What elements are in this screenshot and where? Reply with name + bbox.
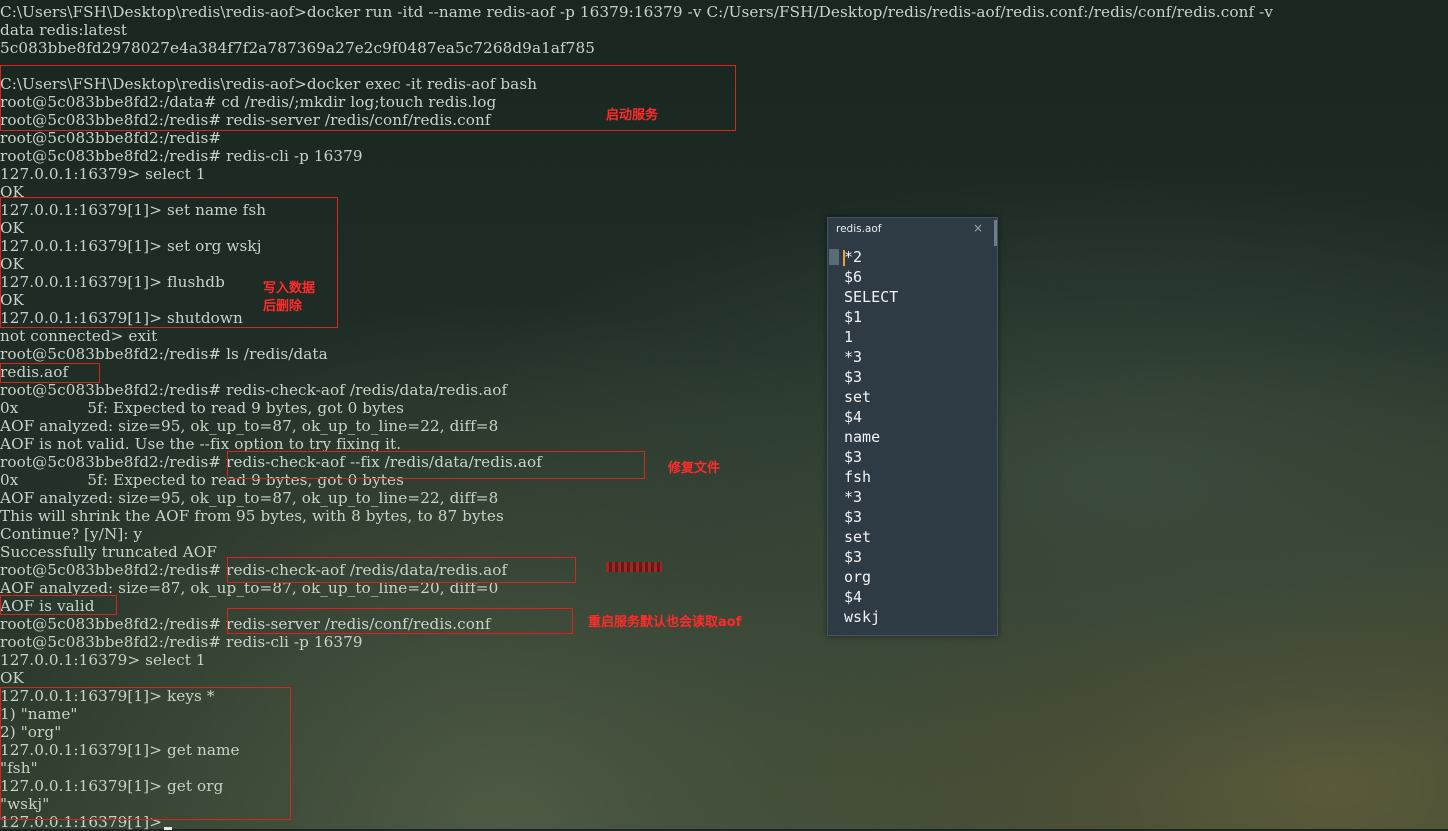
viewer-scrollbar[interactable] — [994, 220, 997, 246]
aof-line: 1 — [844, 328, 854, 346]
aof-line: SELECT — [844, 288, 899, 306]
aof-line: $3 — [844, 448, 863, 466]
highlight-box-aof-valid — [0, 595, 117, 615]
aof-line: wskj — [844, 608, 881, 626]
terminal-line: Successfully truncated AOF — [0, 543, 217, 561]
aof-line: $3 — [844, 548, 863, 566]
line-gutter-marker — [829, 249, 839, 265]
highlight-box-restart-command — [227, 608, 573, 634]
terminal-line: This will shrink the AOF from 95 bytes, … — [0, 507, 504, 525]
aof-line: $6 — [844, 268, 863, 286]
highlight-box-fix-command — [227, 451, 645, 479]
annotation-start-service: 启动服务 — [606, 108, 659, 123]
terminal-line: root@5c083bbe8fd2:/redis# ls /redis/data — [0, 345, 328, 363]
redacted-mark — [606, 562, 662, 572]
terminal-line: OK — [0, 669, 24, 687]
highlight-box-redis-aof — [0, 363, 100, 383]
terminal-line: root@5c083bbe8fd2:/redis# — [0, 129, 222, 147]
terminal-line: root@5c083bbe8fd2:/redis# redis-check-ao… — [0, 381, 508, 399]
aof-line: fsh — [844, 468, 872, 486]
terminal-line: not connected> exit — [0, 327, 158, 345]
highlight-box-check-command — [227, 557, 576, 583]
terminal-line: AOF analyzed: size=95, ok_up_to=87, ok_u… — [0, 489, 499, 507]
aof-line: org — [844, 568, 872, 586]
annotation-write-data: 写入数据 — [263, 281, 316, 296]
aof-line: *3 — [844, 488, 863, 506]
aof-line: $3 — [844, 368, 863, 386]
aof-file-viewer[interactable]: redis.aof × *2 $6 SELECT $1 1 *3 $3 set $4 name $3… — [827, 217, 998, 636]
aof-line: $1 — [844, 308, 863, 326]
aof-line: set — [844, 528, 872, 546]
aof-line: $3 — [844, 508, 863, 526]
annotation-then-delete: 后删除 — [263, 299, 303, 314]
terminal-line: C:\Users\FSH\Desktop\redis\redis-aof>doc… — [0, 3, 1274, 21]
aof-line: set — [844, 388, 872, 406]
aof-line: $4 — [844, 588, 863, 606]
terminal-line: 127.0.0.1:16379> select 1 — [0, 165, 206, 183]
terminal-line: 0x 5f: Expected to read 9 bytes, got 0 b… — [0, 399, 404, 417]
terminal-line: data redis:latest — [0, 21, 128, 39]
terminal-line: root@5c083bbe8fd2:/redis# redis-cli -p 1… — [0, 633, 363, 651]
terminal-line: Continue? [y/N]: y — [0, 525, 143, 543]
annotation-restart-reads-aof: 重启服务默认也会读取aof — [588, 615, 742, 630]
aof-line: *3 — [844, 348, 863, 366]
highlight-box-keys — [0, 687, 291, 820]
close-icon[interactable]: × — [973, 221, 983, 235]
aof-line: name — [844, 428, 881, 446]
aof-line: *2 — [844, 248, 863, 266]
terminal-line: 127.0.0.1:16379> select 1 — [0, 651, 206, 669]
aof-line: $4 — [844, 408, 863, 426]
terminal-line: root@5c083bbe8fd2:/redis# redis-cli -p 1… — [0, 147, 363, 165]
terminal-line: AOF analyzed: size=95, ok_up_to=87, ok_u… — [0, 417, 499, 435]
viewer-title: redis.aof — [836, 223, 882, 235]
annotation-fix-file: 修复文件 — [668, 461, 721, 476]
terminal-line: 5c083bbe8fd2978027e4a384f7f2a787369a27e2… — [0, 39, 596, 57]
